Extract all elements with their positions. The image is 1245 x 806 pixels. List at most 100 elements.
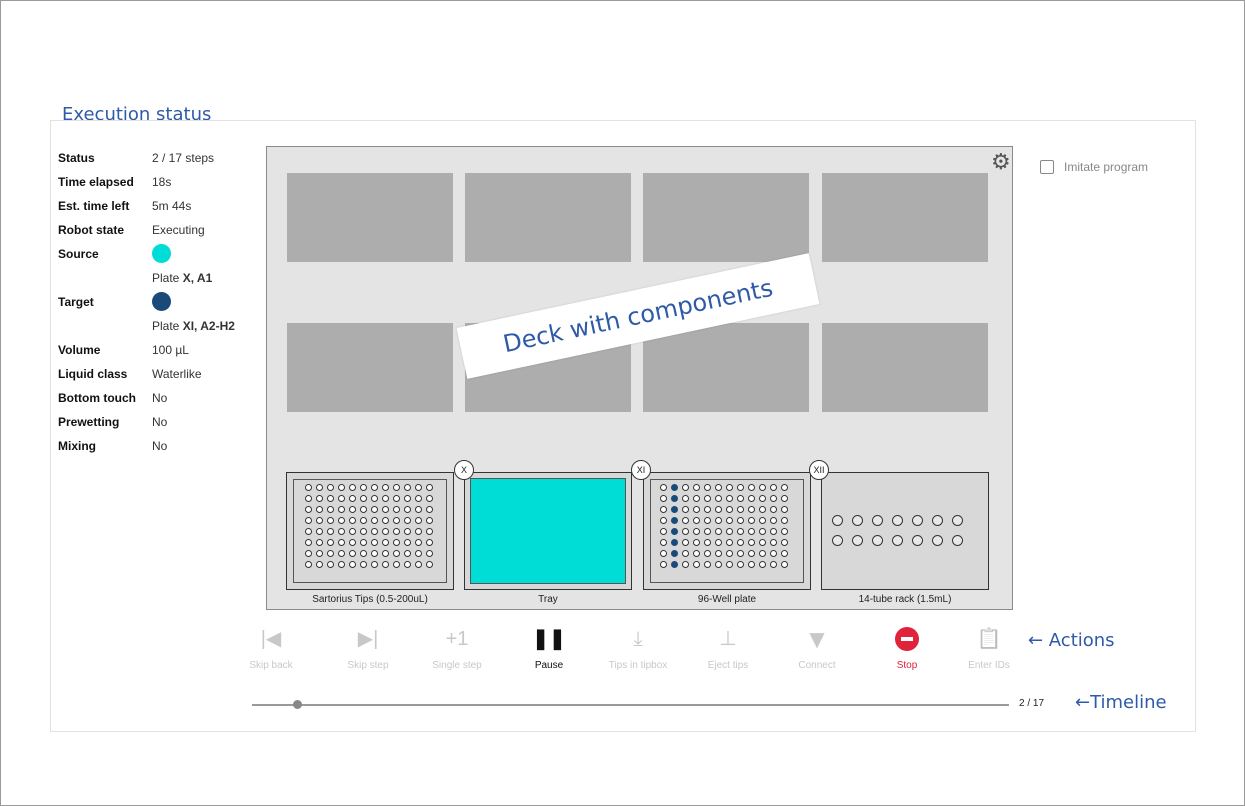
deck[interactable]: ⚙ X XI XII Sartorius Tips (0.5-200uL) Tr… [266, 146, 1013, 610]
well [770, 495, 777, 502]
well [426, 528, 433, 535]
eject-tips-button[interactable]: ⊥ Eject tips [693, 626, 763, 671]
well [393, 517, 400, 524]
well [360, 528, 367, 535]
well [305, 528, 312, 535]
well [316, 506, 323, 513]
well [660, 517, 667, 524]
skip-step-button[interactable]: ▶| Skip step [333, 626, 403, 671]
well [404, 528, 411, 535]
well [371, 550, 378, 557]
deck-slot-empty[interactable] [643, 173, 809, 262]
tube [872, 535, 883, 546]
well [759, 517, 766, 524]
well [360, 495, 367, 502]
well [415, 550, 422, 557]
well [682, 561, 689, 568]
well [759, 528, 766, 535]
well [660, 561, 667, 568]
target-plate-wells: XI, A2-H2 [182, 319, 235, 333]
well [327, 484, 334, 491]
well [715, 517, 722, 524]
deck-slot-empty[interactable] [643, 323, 809, 412]
deck-slot-empty[interactable] [287, 323, 453, 412]
well [715, 539, 722, 546]
enter-ids-button[interactable]: 📋 Enter IDs [954, 626, 1024, 671]
well [781, 550, 788, 557]
well [671, 561, 678, 568]
well [305, 561, 312, 568]
well [338, 539, 345, 546]
time-elapsed-label: Time elapsed [58, 175, 134, 189]
well [371, 517, 378, 524]
well [349, 550, 356, 557]
connect-button[interactable]: ▼ Connect [782, 626, 852, 671]
well [305, 484, 312, 491]
well [737, 484, 744, 491]
well [371, 528, 378, 535]
deck-slot-empty[interactable] [287, 173, 453, 262]
well [682, 506, 689, 513]
well [404, 484, 411, 491]
well [781, 506, 788, 513]
skip-back-button[interactable]: |◀ Skip back [236, 626, 306, 671]
well [671, 528, 678, 535]
well [426, 539, 433, 546]
well [737, 550, 744, 557]
well-plate-96[interactable] [643, 472, 811, 590]
well [671, 539, 678, 546]
timeline-annotation: ←Timeline [1075, 692, 1167, 713]
well [682, 495, 689, 502]
target-plate-prefix: Plate [152, 319, 183, 333]
slot-badge-xii: XII [809, 460, 829, 480]
well [682, 484, 689, 491]
tube [832, 515, 843, 526]
well [660, 495, 667, 502]
well [671, 506, 678, 513]
well [715, 495, 722, 502]
well [349, 495, 356, 502]
tips-in-tipbox-button[interactable]: ⤓ Tips in tipbox [603, 626, 673, 671]
deck-slot-empty[interactable] [465, 173, 631, 262]
well [382, 484, 389, 491]
deck-slot-empty[interactable] [822, 323, 988, 412]
well [360, 550, 367, 557]
tube [932, 535, 943, 546]
tray-plate[interactable] [464, 472, 632, 590]
timeline-track[interactable] [252, 704, 1009, 706]
well [726, 517, 733, 524]
well [393, 495, 400, 502]
well [759, 506, 766, 513]
well [415, 561, 422, 568]
settings-gear-icon[interactable]: ⚙ [991, 149, 1011, 175]
well [748, 484, 755, 491]
well [316, 484, 323, 491]
stop-button[interactable]: Stop [872, 626, 942, 671]
well [371, 506, 378, 513]
pause-button[interactable]: ❚❚ Pause [514, 626, 584, 671]
well [338, 550, 345, 557]
imitate-program-checkbox[interactable] [1040, 160, 1054, 174]
actions-annotation: ← Actions [1028, 630, 1115, 651]
single-step-button[interactable]: +1 Single step [422, 626, 492, 671]
well [759, 561, 766, 568]
well [393, 539, 400, 546]
well [426, 561, 433, 568]
skip-back-icon: |◀ [260, 628, 282, 650]
time-elapsed-value: 18s [152, 175, 172, 189]
well [671, 517, 678, 524]
tip-rack-plate[interactable] [286, 472, 454, 590]
well [371, 539, 378, 546]
timeline-handle[interactable] [292, 700, 302, 709]
deck-slot-empty[interactable] [822, 173, 988, 262]
tube-rack-plate[interactable] [821, 472, 989, 590]
well [349, 517, 356, 524]
source-plate-well: X, A1 [182, 271, 213, 285]
well [737, 539, 744, 546]
well [349, 539, 356, 546]
well [671, 495, 678, 502]
time-left-value: 5m 44s [152, 199, 192, 213]
imitate-program-toggle[interactable]: Imitate program [1040, 160, 1148, 174]
well [726, 495, 733, 502]
target-plate: Plate XI, A2-H2 [152, 318, 235, 334]
